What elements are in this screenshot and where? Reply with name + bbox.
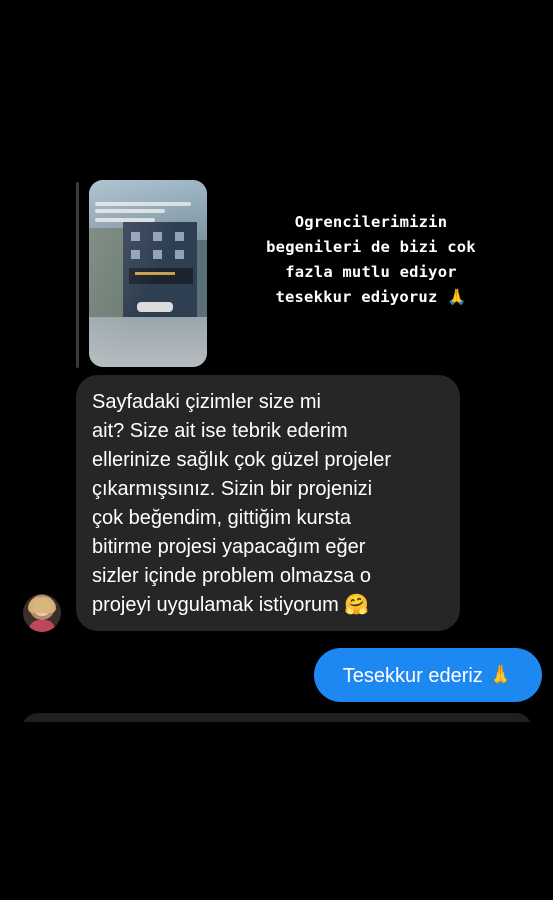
bottom-black-area (0, 722, 553, 900)
story-quote-bar (76, 182, 79, 368)
incoming-message-text: Sayfadaki çizimler size mi ait? Size ait… (92, 391, 392, 616)
story-caption-line: tesekkur ediyoruz (275, 288, 438, 306)
outgoing-message-bubble[interactable]: Tesekkur ederiz 🙏 (314, 648, 542, 702)
story-caption-line: fazla mutlu ediyor (285, 263, 457, 281)
pray-emoji-icon: 🙏 (447, 288, 467, 306)
avatar-hair (28, 597, 56, 613)
story-caption-line: Ogrencilerimizin (294, 213, 448, 231)
story-caption-line-last: tesekkur ediyoruz 🙏 (232, 285, 510, 310)
incoming-message-bubble[interactable]: Sayfadaki çizimler size mi ait? Size ait… (76, 375, 460, 631)
avatar-body (29, 620, 55, 632)
story-caption: Ogrencilerimizin begenileri de bizi cok … (232, 210, 510, 310)
story-caption-line: begenileri de bizi cok (266, 238, 476, 256)
story-thumbnail[interactable] (89, 180, 207, 367)
incoming-message-text-block: Sayfadaki çizimler size mi ait? Size ait… (92, 388, 454, 620)
thumbnail-glare (89, 180, 207, 367)
avatar[interactable] (23, 594, 61, 632)
hugging-emoji-icon: 🤗 (344, 594, 370, 616)
outgoing-message-text: Tesekkur ederiz (342, 664, 483, 687)
outgoing-message-text-wrap: Tesekkur ederiz 🙏 (343, 663, 514, 688)
pray-emoji-icon: 🙏 (488, 664, 514, 687)
